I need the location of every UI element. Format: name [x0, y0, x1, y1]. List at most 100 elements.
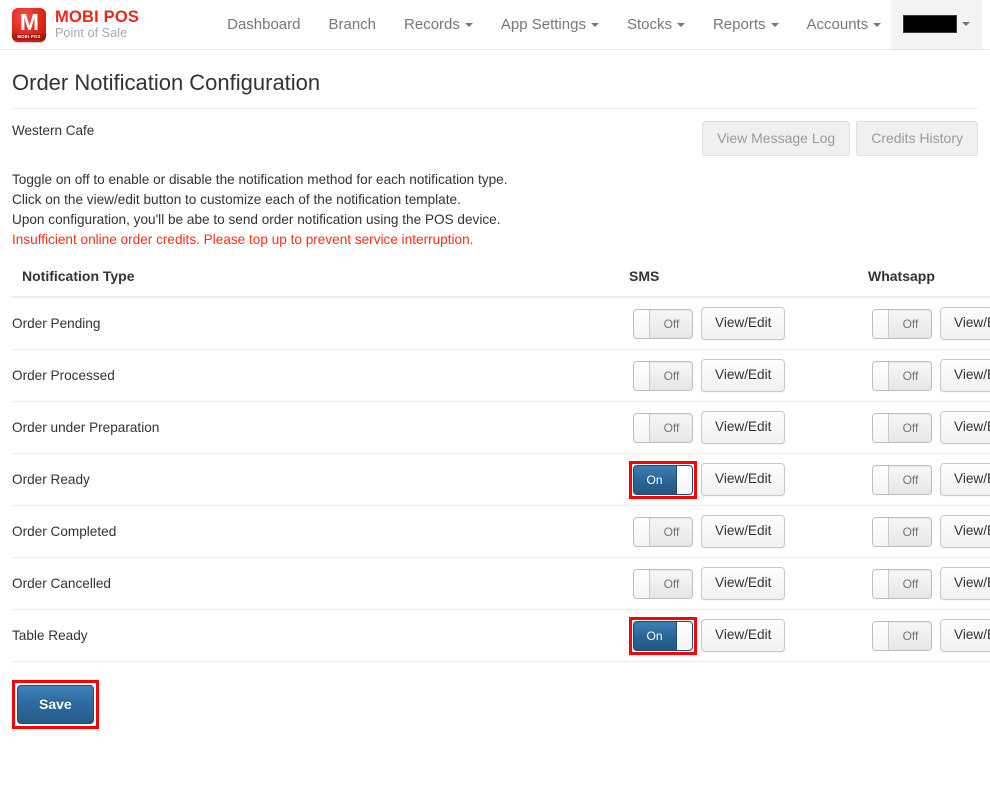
- table-header-row: Notification Type SMS Whatsapp: [12, 268, 990, 298]
- whatsapp-view-edit-button[interactable]: View/Edit: [940, 307, 990, 340]
- toggle-label: On: [646, 472, 663, 487]
- sms-view-edit-button[interactable]: View/Edit: [701, 307, 786, 340]
- notification-type-cell: Order Cancelled: [12, 557, 629, 610]
- sms-view-edit-button[interactable]: View/Edit: [701, 359, 786, 392]
- toggle-knob: [873, 465, 889, 494]
- nav-item-app-settings[interactable]: App Settings: [487, 0, 613, 49]
- toggle-knob: [873, 621, 889, 650]
- page-title: Order Notification Configuration: [12, 70, 321, 95]
- sms-view-edit-button[interactable]: View/Edit: [701, 411, 786, 444]
- whatsapp-toggle[interactable]: Off: [872, 464, 932, 495]
- toggle-label: Off: [902, 368, 919, 383]
- toggle-knob: [634, 517, 650, 546]
- whatsapp-toggle[interactable]: Off: [872, 568, 932, 599]
- sms-toggle[interactable]: Off: [633, 412, 693, 443]
- column-gap: [806, 505, 868, 558]
- sms-toggle[interactable]: Off: [633, 308, 693, 339]
- whatsapp-toggle[interactable]: Off: [872, 308, 932, 339]
- nav-item-label: Reports: [712, 16, 766, 33]
- whatsapp-toggle[interactable]: Off: [872, 620, 932, 651]
- table-row: Order Ready On View/Edit Off View/Edit: [12, 453, 990, 506]
- toggle-wrapper: Off: [629, 409, 697, 447]
- nav-item-label: App Settings: [500, 16, 586, 33]
- whatsapp-toggle[interactable]: Off: [872, 412, 932, 443]
- nav-item-label: Stocks: [626, 16, 672, 33]
- nav-item-label: Dashboard: [227, 16, 301, 33]
- table-head: Notification Type SMS Whatsapp: [12, 268, 990, 298]
- chevron-down-icon: [590, 22, 599, 27]
- sms-toggle[interactable]: On: [633, 464, 693, 495]
- sms-view-edit-button[interactable]: View/Edit: [701, 567, 786, 600]
- toggle-knob: [634, 413, 650, 442]
- whatsapp-view-edit-button[interactable]: View/Edit: [940, 619, 990, 652]
- nav-item-label: Accounts: [806, 16, 869, 33]
- sms-view-edit-button[interactable]: View/Edit: [701, 463, 786, 496]
- table-row: Order Processed Off View/Edit Off View/Edit: [12, 349, 990, 402]
- toggle-label: Off: [902, 576, 919, 591]
- column-header-whatsapp: Whatsapp: [868, 268, 990, 298]
- view-message-log-button[interactable]: View Message Log: [702, 121, 851, 156]
- notification-type-cell: Order Pending: [12, 297, 629, 350]
- nav-item-dashboard[interactable]: Dashboard: [213, 0, 314, 49]
- table-body: Order PendingOffView/EditOffView/EditOrd…: [12, 297, 990, 662]
- save-area: Save: [12, 680, 978, 729]
- nav-item-accounts[interactable]: Accounts: [793, 0, 896, 49]
- chevron-down-icon: [962, 22, 970, 26]
- nav-item-records[interactable]: Records: [390, 0, 487, 49]
- toggle-label: Off: [902, 316, 919, 331]
- whatsapp-toggle[interactable]: Off: [872, 516, 932, 547]
- table-row: Order Pending Off View/Edit Off View/Edit: [12, 297, 990, 350]
- whatsapp-view-edit-button[interactable]: View/Edit: [940, 411, 990, 444]
- brand-title: MOBI POS: [55, 8, 140, 26]
- toggle-wrapper: Off: [868, 409, 936, 447]
- toggle-knob: [634, 309, 650, 338]
- table-row: Order Completed Off View/Edit Off View/Edit: [12, 505, 990, 558]
- nav-item-reports[interactable]: Reports: [699, 0, 793, 49]
- column-gap: [806, 297, 868, 350]
- column-header-sms: SMS: [629, 268, 806, 298]
- save-button[interactable]: Save: [17, 685, 94, 724]
- sms-toggle[interactable]: On: [633, 620, 693, 651]
- column-gap: [806, 557, 868, 610]
- brand-logo-link[interactable]: M MOBI POS MOBI POS Point of Sale: [0, 0, 139, 49]
- whatsapp-view-edit-button[interactable]: View/Edit: [940, 515, 990, 548]
- sms-toggle[interactable]: Off: [633, 568, 693, 599]
- toggle-label: Off: [902, 472, 919, 487]
- column-gap: [806, 349, 868, 402]
- whatsapp-view-edit-button[interactable]: View/Edit: [940, 463, 990, 496]
- credits-history-button[interactable]: Credits History: [856, 121, 978, 156]
- notification-config-table: Notification Type SMS Whatsapp Order Pen…: [12, 268, 990, 662]
- nav-item-stocks[interactable]: Stocks: [613, 0, 699, 49]
- branch-name: Western Cafe: [12, 123, 95, 138]
- whatsapp-view-edit-button[interactable]: View/Edit: [940, 567, 990, 600]
- whatsapp-toggle[interactable]: Off: [872, 360, 932, 391]
- toggle-wrapper: Off: [868, 357, 936, 395]
- user-account-menu[interactable]: [891, 0, 982, 49]
- toggle-label: On: [646, 628, 663, 643]
- toggle-highlight-box: On: [629, 616, 697, 655]
- whatsapp-view-edit-button[interactable]: View/Edit: [940, 359, 990, 392]
- toggle-label: Off: [663, 368, 680, 383]
- toggle-label: Off: [902, 524, 919, 539]
- notification-type-cell: Table Ready: [12, 609, 629, 662]
- notification-type-cell: Order Ready: [12, 453, 629, 506]
- toggle-label: Off: [663, 576, 680, 591]
- toggle-label: Off: [663, 316, 680, 331]
- toggle-knob: [873, 309, 889, 338]
- instruction-line-1: Toggle on off to enable or disable the n…: [12, 172, 508, 187]
- sms-toggle[interactable]: Off: [633, 360, 693, 391]
- sms-view-edit-button[interactable]: View/Edit: [701, 619, 786, 652]
- table-row: Order Cancelled Off View/Edit Off View/Edit: [12, 557, 990, 610]
- toggle-wrapper: Off: [629, 357, 697, 395]
- logo-badge-text: MOBI POS: [12, 33, 46, 40]
- nav-item-branch[interactable]: Branch: [315, 0, 391, 49]
- instruction-line-2: Click on the view/edit button to customi…: [12, 192, 461, 207]
- toggle-wrapper: Off: [629, 513, 697, 551]
- column-header-notification-type: Notification Type: [12, 268, 629, 298]
- column-gap: [806, 609, 868, 662]
- sms-view-edit-button[interactable]: View/Edit: [701, 515, 786, 548]
- table-row: Order under Preparation Off View/Edit Off Vi…: [12, 401, 990, 454]
- insufficient-credits-warning: Insufficient online order credits. Pleas…: [12, 232, 474, 247]
- chevron-down-icon: [676, 22, 685, 27]
- sms-toggle[interactable]: Off: [633, 516, 693, 547]
